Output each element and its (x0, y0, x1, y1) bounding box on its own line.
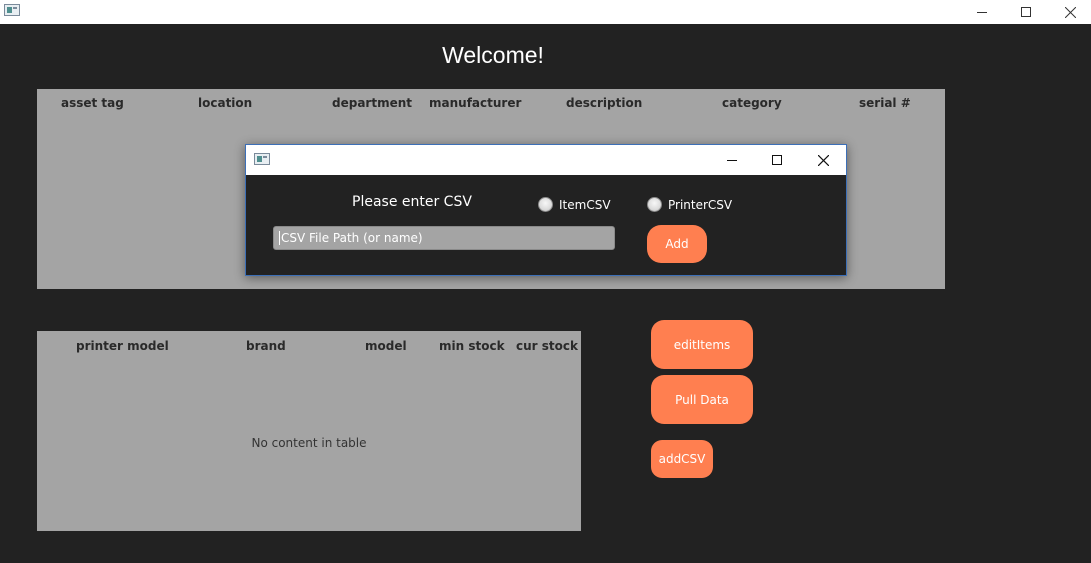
close-icon (817, 154, 829, 166)
main-titlebar (0, 0, 1091, 24)
column-header-manufacturer[interactable]: manufacturer (429, 96, 521, 110)
maximize-button[interactable] (1004, 0, 1048, 24)
text-caret (279, 231, 280, 245)
close-icon (1064, 6, 1076, 18)
minimize-icon (977, 12, 987, 13)
welcome-heading: Welcome! (442, 42, 544, 68)
maximize-icon (1021, 7, 1031, 17)
column-header-department[interactable]: department (332, 96, 412, 110)
dialog-app-icon (254, 153, 270, 165)
column-header-cur-stock[interactable]: cur stock (516, 339, 578, 353)
radio-circle-printer-csv[interactable] (647, 197, 662, 212)
column-header-min-stock[interactable]: min stock (439, 339, 505, 353)
column-header-location[interactable]: location (198, 96, 252, 110)
add-csv-button[interactable]: addCSV (651, 440, 713, 478)
column-header-printer-model[interactable]: printer model (76, 339, 169, 353)
minimize-button[interactable] (960, 0, 1004, 24)
dialog-close-button[interactable] (800, 145, 846, 175)
csv-dialog: Please enter CSV ItemCSV PrinterCSV Add (245, 144, 847, 276)
dialog-maximize-button[interactable] (754, 145, 800, 175)
csv-path-input[interactable] (273, 226, 615, 250)
pull-data-button[interactable]: Pull Data (651, 375, 753, 424)
item-csv-radio[interactable]: ItemCSV (538, 197, 611, 212)
printer-table[interactable]: printer model brand model min stock cur … (37, 331, 581, 531)
column-header-serial[interactable]: serial # (859, 96, 911, 110)
column-header-asset-tag[interactable]: asset tag (61, 96, 124, 110)
column-header-model[interactable]: model (365, 339, 407, 353)
minimize-icon (727, 160, 737, 161)
close-button[interactable] (1048, 0, 1091, 24)
column-header-description[interactable]: description (566, 96, 642, 110)
dialog-titlebar (246, 145, 846, 175)
printer-csv-label[interactable]: PrinterCSV (668, 198, 732, 212)
maximize-icon (772, 155, 782, 165)
app-icon (4, 4, 20, 16)
radio-circle-item-csv[interactable] (538, 197, 553, 212)
edit-items-button[interactable]: editItems (651, 320, 753, 369)
dialog-minimize-button[interactable] (709, 145, 755, 175)
column-header-category[interactable]: category (722, 96, 782, 110)
csv-prompt-label: Please enter CSV (352, 194, 472, 210)
column-header-brand[interactable]: brand (246, 339, 286, 353)
table-placeholder: No content in table (251, 436, 367, 450)
add-button[interactable]: Add (647, 225, 707, 263)
printer-csv-radio[interactable]: PrinterCSV (647, 197, 732, 212)
item-csv-label[interactable]: ItemCSV (559, 198, 611, 212)
